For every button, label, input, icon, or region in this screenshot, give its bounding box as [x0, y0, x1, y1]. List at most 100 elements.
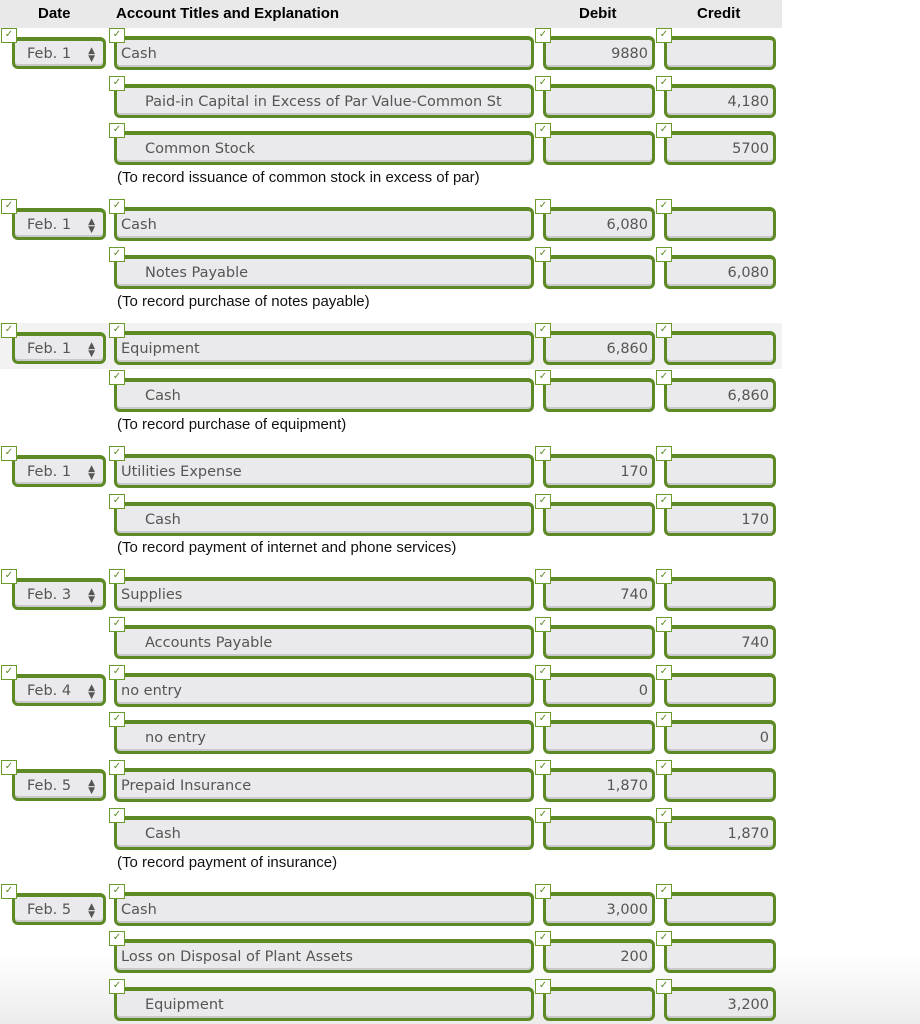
account-title-input[interactable]: Cash [114, 378, 534, 412]
check-icon: ✓ [535, 931, 551, 946]
check-icon: ✓ [109, 28, 125, 43]
check-icon: ✓ [656, 247, 672, 262]
check-icon: ✓ [656, 808, 672, 823]
credit-input[interactable]: 4,180 [664, 84, 776, 118]
check-icon: ✓ [535, 979, 551, 994]
account-title-input[interactable]: Supplies [114, 577, 534, 611]
account-title-input[interactable]: Cash [114, 207, 534, 241]
credit-input[interactable]: 6,080 [664, 255, 776, 289]
credit-input[interactable] [664, 454, 776, 488]
credit-input[interactable] [664, 892, 776, 926]
account-title-input[interactable]: Common Stock [114, 131, 534, 165]
date-select[interactable]: Feb. 3 ▲ ▼ [12, 578, 106, 610]
debit-input[interactable] [543, 987, 655, 1021]
check-icon: ✓ [1, 665, 17, 680]
account-title-input[interactable]: Cash [114, 36, 534, 70]
date-value: Feb. 4 [27, 682, 72, 699]
check-icon: ✓ [535, 760, 551, 775]
debit-input[interactable]: 0 [543, 673, 655, 707]
check-icon: ✓ [656, 617, 672, 632]
check-icon: ✓ [535, 617, 551, 632]
account-title-input[interactable]: Prepaid Insurance [114, 768, 534, 802]
date-select[interactable]: Feb. 1 ▲ ▼ [12, 455, 106, 487]
account-title-input[interactable]: Accounts Payable [114, 625, 534, 659]
check-icon: ✓ [109, 323, 125, 338]
check-icon: ✓ [109, 569, 125, 584]
debit-input[interactable]: 9880 [543, 36, 655, 70]
entry-explanation: (To record purchase of notes payable) [117, 293, 370, 310]
check-icon: ✓ [535, 884, 551, 899]
account-title-input[interactable]: Equipment [114, 987, 534, 1021]
check-icon: ✓ [656, 76, 672, 91]
stepper-arrows-icon: ▲ ▼ [88, 902, 95, 920]
credit-input[interactable]: 740 [664, 625, 776, 659]
debit-input[interactable]: 1,870 [543, 768, 655, 802]
check-icon: ✓ [109, 199, 125, 214]
credit-input[interactable]: 0 [664, 720, 776, 754]
debit-input[interactable] [543, 625, 655, 659]
date-select[interactable]: Feb. 1 ▲ ▼ [12, 208, 106, 240]
account-title-input[interactable]: Cash [114, 816, 534, 850]
date-select[interactable]: Feb. 1 ▲ ▼ [12, 332, 106, 364]
date-select[interactable]: Feb. 1 ▲ ▼ [12, 37, 106, 69]
check-icon: ✓ [109, 494, 125, 509]
credit-input[interactable]: 5700 [664, 131, 776, 165]
stepper-arrows-icon: ▲ ▼ [88, 217, 95, 235]
debit-input[interactable] [543, 720, 655, 754]
check-icon: ✓ [535, 446, 551, 461]
account-title-input[interactable]: no entry [114, 720, 534, 754]
stepper-arrows-icon: ▲ ▼ [88, 683, 95, 701]
credit-input[interactable]: 3,200 [664, 987, 776, 1021]
date-select[interactable]: Feb. 4 ▲ ▼ [12, 674, 106, 706]
account-title-input[interactable]: Paid-in Capital in Excess of Par Value-C… [114, 84, 534, 118]
check-icon: ✓ [109, 247, 125, 262]
account-title-input[interactable]: Notes Payable [114, 255, 534, 289]
check-icon: ✓ [109, 760, 125, 775]
debit-input[interactable]: 3,000 [543, 892, 655, 926]
debit-input[interactable] [543, 131, 655, 165]
debit-input[interactable]: 200 [543, 939, 655, 973]
account-title-input[interactable]: Loss on Disposal of Plant Assets [114, 939, 534, 973]
debit-input[interactable]: 6,860 [543, 331, 655, 365]
debit-input[interactable]: 170 [543, 454, 655, 488]
check-icon: ✓ [535, 665, 551, 680]
date-value: Feb. 3 [27, 586, 72, 603]
credit-input[interactable] [664, 577, 776, 611]
credit-input[interactable] [664, 673, 776, 707]
stepper-arrows-icon: ▲ ▼ [88, 341, 95, 359]
debit-input[interactable] [543, 502, 655, 536]
credit-input[interactable] [664, 768, 776, 802]
date-select[interactable]: Feb. 5 ▲ ▼ [12, 769, 106, 801]
debit-input[interactable] [543, 84, 655, 118]
account-title-input[interactable]: Cash [114, 892, 534, 926]
check-icon: ✓ [535, 712, 551, 727]
check-icon: ✓ [109, 446, 125, 461]
credit-input[interactable] [664, 939, 776, 973]
credit-input[interactable]: 1,870 [664, 816, 776, 850]
credit-input[interactable] [664, 36, 776, 70]
check-icon: ✓ [535, 123, 551, 138]
account-title-input[interactable]: Cash [114, 502, 534, 536]
debit-input[interactable]: 740 [543, 577, 655, 611]
credit-input[interactable]: 6,860 [664, 378, 776, 412]
date-value: Feb. 1 [27, 463, 72, 480]
entry-explanation: (To record payment of insurance) [117, 854, 338, 871]
date-value: Feb. 5 [27, 777, 72, 794]
check-icon: ✓ [535, 494, 551, 509]
credit-input[interactable]: 170 [664, 502, 776, 536]
check-icon: ✓ [109, 76, 125, 91]
check-icon: ✓ [535, 569, 551, 584]
check-icon: ✓ [656, 760, 672, 775]
account-title-input[interactable]: no entry [114, 673, 534, 707]
check-icon: ✓ [656, 884, 672, 899]
debit-input[interactable] [543, 816, 655, 850]
check-icon: ✓ [656, 979, 672, 994]
debit-input[interactable] [543, 255, 655, 289]
credit-input[interactable] [664, 207, 776, 241]
account-title-input[interactable]: Equipment [114, 331, 534, 365]
credit-input[interactable] [664, 331, 776, 365]
date-select[interactable]: Feb. 5 ▲ ▼ [12, 893, 106, 925]
account-title-input[interactable]: Utilities Expense [114, 454, 534, 488]
debit-input[interactable]: 6,080 [543, 207, 655, 241]
debit-input[interactable] [543, 378, 655, 412]
